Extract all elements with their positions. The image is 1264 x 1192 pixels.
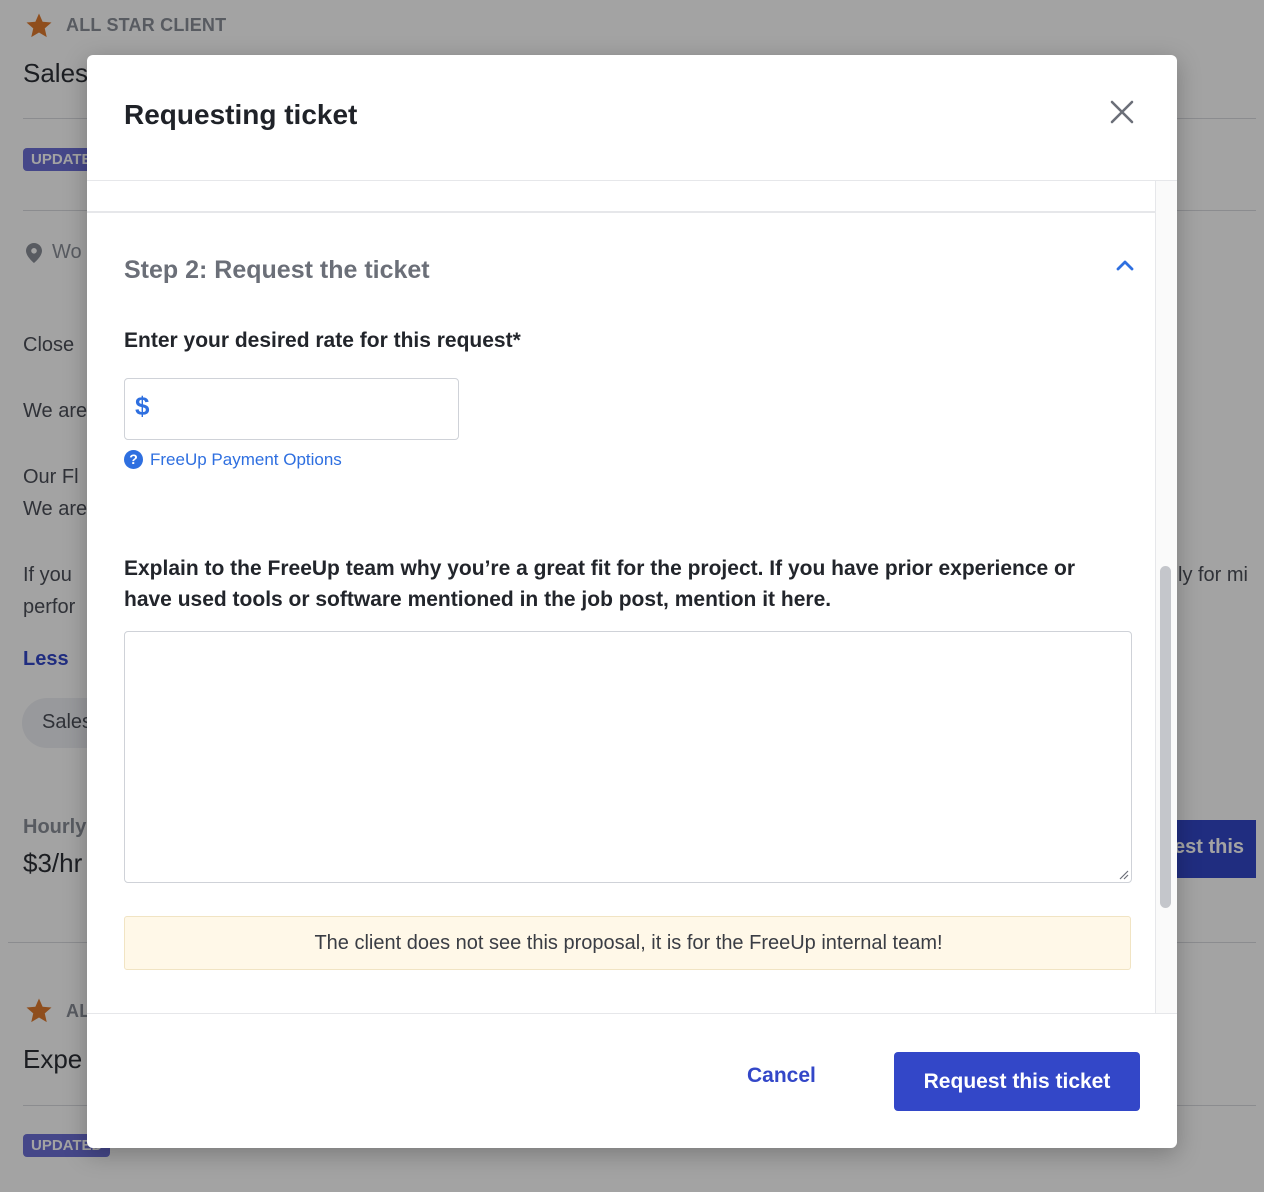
scrollbar-thumb[interactable]	[1160, 566, 1171, 908]
payment-options-link[interactable]: FreeUp Payment Options	[150, 450, 342, 470]
resize-grip-icon[interactable]	[1117, 868, 1129, 880]
currency-symbol: $	[135, 391, 150, 421]
rate-label: Enter your desired rate for this request…	[124, 329, 521, 352]
modal-header: Requesting ticket	[87, 55, 1177, 181]
rate-input[interactable]	[159, 387, 453, 431]
step-title: Step 2: Request the ticket	[124, 256, 430, 284]
modal-title: Requesting ticket	[124, 99, 358, 130]
help-icon: ?	[124, 450, 143, 469]
explain-label: Explain to the FreeUp team why you’re a …	[124, 557, 1076, 611]
close-icon[interactable]	[1105, 95, 1139, 129]
internal-notice-text: The client does not see this proposal, i…	[314, 932, 943, 954]
chevron-up-icon[interactable]	[1114, 255, 1136, 277]
modal-body: Step 2: Request the ticket Enter your de…	[87, 181, 1177, 1013]
modal-footer: Cancel Request this ticket	[87, 1013, 1177, 1148]
request-ticket-modal: Requesting ticket Step 2: Request the ti…	[87, 55, 1177, 1148]
step-divider	[87, 211, 1155, 213]
internal-notice: The client does not see this proposal, i…	[124, 916, 1131, 970]
rate-field[interactable]: $	[124, 378, 459, 440]
request-ticket-button[interactable]: Request this ticket	[894, 1052, 1140, 1111]
cancel-button[interactable]: Cancel	[747, 1064, 816, 1088]
explain-textarea[interactable]	[124, 631, 1132, 883]
